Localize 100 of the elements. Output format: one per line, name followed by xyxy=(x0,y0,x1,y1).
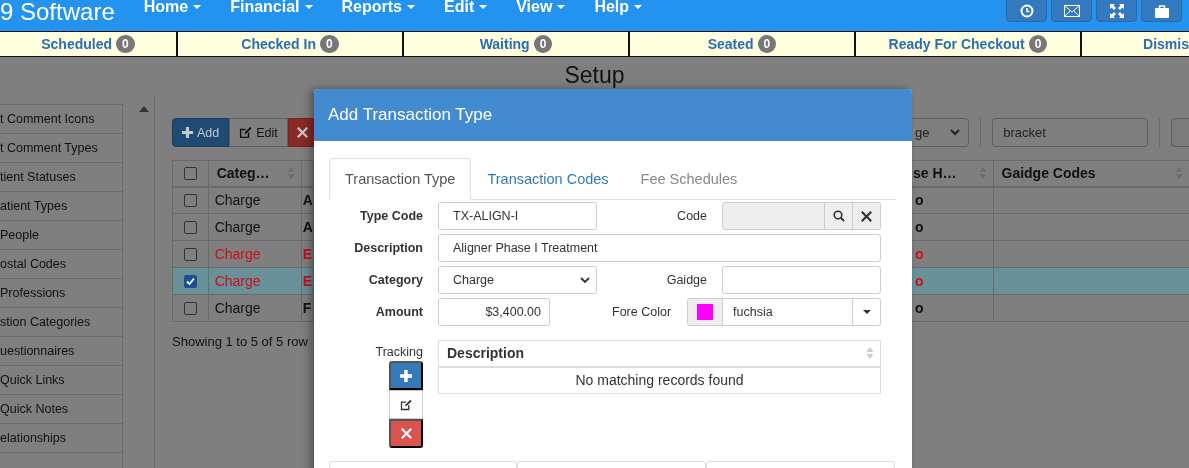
status-tab[interactable]: Seated xyxy=(707,36,754,52)
sidebar-item[interactable]: elationships xyxy=(0,424,122,453)
add-button[interactable]: Add xyxy=(172,118,230,147)
plus-icon xyxy=(182,127,193,138)
caret-icon xyxy=(304,5,313,9)
toolbar-button[interactable] xyxy=(1006,0,1047,22)
status-tab[interactable]: Scheduled xyxy=(41,36,113,52)
sidebar-item[interactable]: stion Categories xyxy=(0,308,122,337)
caret-icon xyxy=(862,310,871,314)
envelope-icon xyxy=(1063,5,1080,17)
chevron-icon xyxy=(580,276,590,284)
brand-logo[interactable]: 9 Software xyxy=(0,0,115,24)
dropdown-button[interactable] xyxy=(853,298,881,326)
table-cell: A xyxy=(301,192,313,209)
table-cell-text: Charge xyxy=(213,219,261,235)
category-select[interactable]: Charge xyxy=(438,266,597,294)
field-label: Code xyxy=(676,209,707,223)
gaidge-field[interactable] xyxy=(722,266,881,294)
search-button[interactable] xyxy=(825,202,853,230)
table-cell-text: o xyxy=(914,300,924,316)
color-field[interactable]: fuchsia xyxy=(723,298,853,326)
table-cell-text: o xyxy=(914,246,924,262)
caret-icon xyxy=(193,5,202,9)
sidebar-item[interactable]: Quick Notes xyxy=(0,395,122,424)
sidebar-item[interactable]: People xyxy=(0,221,122,250)
status-tab[interactable]: Ready For Checkout xyxy=(888,36,1025,52)
column-header[interactable]: Categ… xyxy=(216,165,270,182)
field-label: Category xyxy=(367,273,423,287)
table-row[interactable]: Charge A xyxy=(172,186,314,214)
clock-icon xyxy=(1019,4,1034,18)
sidebar-item[interactable]: ostal Codes xyxy=(0,250,122,279)
scroll-up-icon[interactable] xyxy=(139,106,149,112)
table-cell: A xyxy=(301,219,313,235)
expand-icon xyxy=(1109,4,1124,18)
sidebar-item[interactable]: t Comment Types xyxy=(0,134,122,163)
nav-menu[interactable]: Home xyxy=(143,0,202,16)
table-cell-text: o xyxy=(914,192,924,209)
toolbar-button[interactable] xyxy=(1096,0,1137,22)
checkbox[interactable] xyxy=(183,301,197,315)
search-field[interactable]: bracket xyxy=(992,118,1149,147)
count-badge: 0 xyxy=(116,35,135,53)
sidebar-item[interactable]: uestionnaires xyxy=(0,337,122,366)
toolbar-button[interactable] xyxy=(1141,0,1182,22)
checkbox[interactable] xyxy=(183,166,197,180)
sidebar-item[interactable]: tient Statuses xyxy=(0,163,122,192)
nav-menu[interactable]: Help xyxy=(594,0,643,16)
nav-menu[interactable]: Edit xyxy=(444,0,488,16)
edit-button[interactable] xyxy=(389,390,423,419)
close-icon xyxy=(296,127,308,138)
field-label: Tracking xyxy=(375,344,423,359)
tab[interactable]: Transaction Type xyxy=(329,158,472,200)
add-button[interactable] xyxy=(389,361,423,390)
plus-icon xyxy=(400,369,412,382)
tab[interactable]: Transaction Codes xyxy=(471,158,625,200)
table-cell-text: Charge xyxy=(213,273,261,289)
table-cell-text: Charge xyxy=(213,192,261,209)
checkbox[interactable] xyxy=(183,274,197,288)
status-tab[interactable]: Waiting xyxy=(479,36,530,52)
column-header[interactable]: Description xyxy=(447,345,524,362)
status-tab[interactable]: Dismis xyxy=(1143,36,1189,52)
table-row[interactable]: Charge A xyxy=(172,213,314,241)
sidebar-item[interactable]: Professions xyxy=(0,279,122,308)
table-cell: E xyxy=(301,246,313,262)
close-icon xyxy=(400,428,412,439)
sidebar-item[interactable]: Quick Links xyxy=(0,366,122,395)
table-row[interactable]: Charge F xyxy=(172,294,314,322)
empty-message: No matching records found xyxy=(575,372,744,389)
checkbox[interactable] xyxy=(183,193,197,207)
nav-menu[interactable]: Financial xyxy=(230,0,313,16)
field-label: Description xyxy=(353,241,423,255)
field-label: Amount xyxy=(374,305,423,319)
close-icon xyxy=(861,210,872,222)
edit-button[interactable]: Edit xyxy=(229,118,288,147)
sidebar-item[interactable]: t Comment Icons xyxy=(0,105,122,134)
sidebar-item[interactable]: atient Types xyxy=(0,192,122,221)
checkbox[interactable] xyxy=(183,247,197,261)
caret-icon xyxy=(407,5,415,9)
edit-icon xyxy=(400,398,412,411)
delete-button[interactable] xyxy=(389,419,423,448)
table-cell-text: Charge xyxy=(213,300,261,316)
caret-icon xyxy=(634,5,643,9)
status-tab[interactable]: Checked In xyxy=(241,36,316,52)
description-field[interactable]: Aligner Phase I Treatment xyxy=(438,234,881,262)
column-header[interactable]: se H… xyxy=(913,165,957,182)
count-badge: 0 xyxy=(757,35,777,53)
caret-icon xyxy=(479,5,488,9)
toolbar-button[interactable] xyxy=(1051,0,1092,22)
amount-field[interactable]: $3,400.00 xyxy=(438,298,550,326)
table-cell: E xyxy=(301,273,313,289)
pagination-info: Showing 1 to 5 of 5 row xyxy=(172,334,309,349)
type-code-field[interactable]: TX-ALIGN-I xyxy=(438,202,597,230)
count-badge: 0 xyxy=(320,35,339,53)
nav-menu[interactable]: View xyxy=(516,0,566,16)
count-badge: 0 xyxy=(533,35,553,53)
column-header[interactable]: Gaidge Codes xyxy=(1001,165,1096,182)
checkbox[interactable] xyxy=(183,220,197,234)
briefcase-icon xyxy=(1154,4,1169,18)
nav-menu[interactable]: Reports xyxy=(341,0,415,16)
field-label: Fore Color xyxy=(612,305,672,319)
clear-button[interactable] xyxy=(853,202,881,230)
